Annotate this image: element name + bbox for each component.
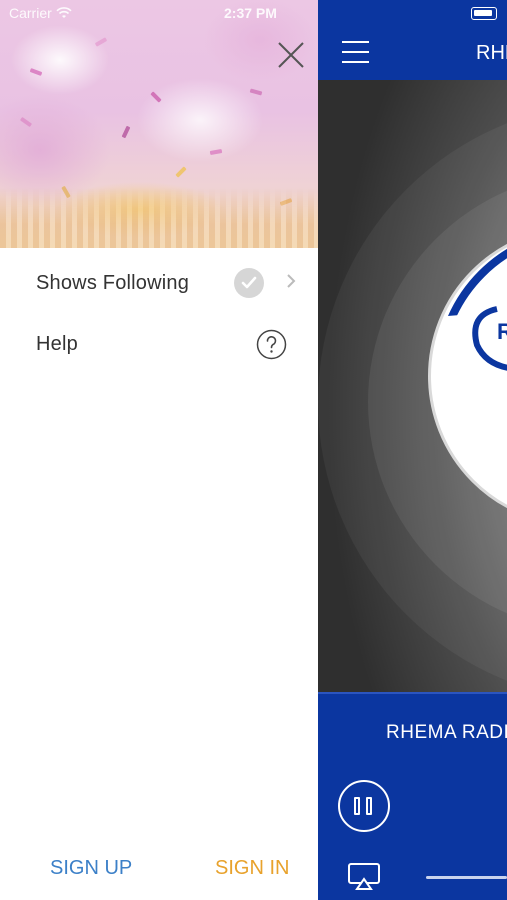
confetti-decoration (121, 125, 131, 139)
checkmark-icon (234, 268, 264, 298)
confetti-decoration (19, 116, 33, 128)
chevron-right-icon (287, 274, 296, 288)
menu-item-shows-following[interactable]: Shows Following (0, 255, 318, 311)
sign-in-button[interactable]: SIGN IN (215, 857, 289, 880)
drawer-header-image: Carrier 2:37 PM (0, 0, 318, 248)
confetti-decoration (209, 148, 223, 156)
player-header: RHE (318, 0, 507, 80)
pause-button[interactable] (338, 780, 390, 832)
station-artwork: R (318, 80, 507, 702)
confetti-decoration (29, 68, 43, 76)
status-time: 2:37 PM (224, 5, 277, 21)
sign-up-button[interactable]: SIGN UP (50, 857, 132, 880)
side-drawer: Carrier 2:37 PM Shows Following Help SIG… (0, 0, 318, 900)
logo-swoosh-icon: R (472, 306, 507, 371)
pause-icon (366, 797, 372, 815)
close-icon[interactable] (276, 40, 306, 70)
airplay-icon[interactable] (347, 862, 381, 890)
battery-icon (471, 7, 497, 20)
pause-icon (354, 797, 360, 815)
crowd-decoration (0, 188, 318, 248)
menu-item-label: Help (36, 332, 78, 355)
volume-slider[interactable] (426, 876, 507, 879)
player-screen: RHE R RHEMA RADI (318, 0, 507, 900)
confetti-decoration (175, 166, 187, 178)
svg-text:R: R (497, 319, 507, 344)
hamburger-menu-icon[interactable] (342, 41, 369, 63)
confetti-decoration (150, 91, 162, 103)
player-title: RHE (476, 42, 507, 64)
menu-item-help[interactable]: Help (0, 316, 318, 372)
now-playing-bar: RHEMA RADI (318, 692, 507, 900)
menu-item-label: Shows Following (36, 271, 190, 294)
confetti-decoration (249, 88, 263, 96)
question-circle-icon (256, 329, 287, 359)
station-name: RHEMA RADI (386, 722, 507, 743)
confetti-decoration (94, 37, 108, 47)
